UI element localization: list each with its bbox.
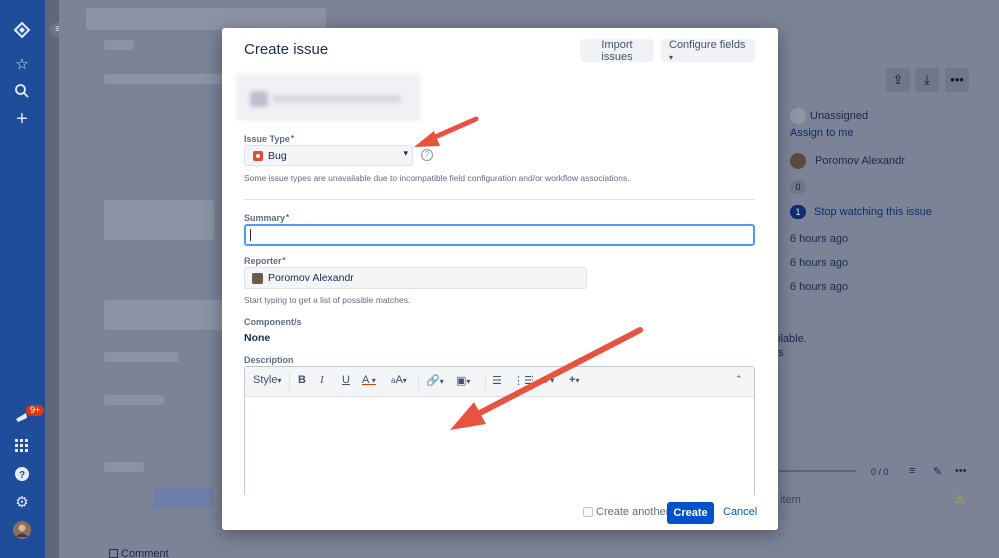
create-another-checkbox[interactable] bbox=[583, 507, 593, 517]
reporter-field[interactable]: Poromov Alexandr bbox=[244, 267, 587, 289]
help-icon[interactable]: ? bbox=[11, 463, 33, 485]
text-size-button[interactable]: aA▾ bbox=[391, 374, 407, 386]
assignee-value: Unassigned bbox=[810, 110, 869, 122]
configure-fields-button[interactable]: Configure fields ▾ bbox=[661, 39, 755, 62]
app-switcher-icon[interactable] bbox=[11, 435, 33, 457]
issue-type-value: Bug bbox=[268, 150, 287, 162]
warning-icon: ⚠ bbox=[954, 492, 965, 506]
bug-icon bbox=[253, 151, 263, 161]
partial-text: ilable. bbox=[778, 333, 807, 345]
blurred-button bbox=[154, 488, 214, 508]
summary-input[interactable] bbox=[244, 224, 755, 246]
annotation-arrow-description bbox=[450, 327, 643, 430]
reporter-avatar bbox=[252, 273, 263, 284]
jira-logo-icon[interactable] bbox=[11, 19, 33, 41]
comment-button-bg[interactable]: Comment bbox=[109, 548, 169, 558]
search-icon[interactable] bbox=[11, 80, 33, 102]
blurred-text bbox=[104, 395, 164, 405]
filter-icon[interactable]: ≡ bbox=[909, 465, 915, 477]
partial-link[interactable]: s bbox=[778, 347, 784, 359]
create-button[interactable]: Create bbox=[667, 502, 714, 524]
stop-watching-link[interactable]: Stop watching this issue bbox=[814, 206, 932, 218]
toolbar-separator bbox=[289, 373, 290, 391]
create-plus-icon[interactable]: + bbox=[11, 108, 33, 130]
watchers-count: 1 bbox=[790, 205, 806, 219]
blurred-text bbox=[104, 40, 134, 50]
created-date: 6 hours ago bbox=[790, 233, 849, 245]
more-actions-icon[interactable]: ••• bbox=[945, 68, 969, 92]
dialog-footer: Create another Create Cancel bbox=[222, 495, 778, 530]
reporter-avatar-bg bbox=[790, 153, 806, 169]
export-icon[interactable]: ⤓ bbox=[915, 68, 939, 92]
blurred-breadcrumb bbox=[86, 8, 326, 30]
issue-type-select[interactable]: Bug ▾ bbox=[244, 145, 413, 166]
italic-button[interactable]: I bbox=[320, 374, 324, 386]
blurred-text bbox=[104, 200, 214, 240]
settings-gear-icon[interactable]: ⚙ bbox=[11, 491, 33, 513]
unassigned-avatar bbox=[790, 108, 806, 124]
components-value[interactable]: None bbox=[244, 332, 270, 344]
underline-button[interactable]: U bbox=[342, 374, 350, 386]
description-label: Description bbox=[244, 355, 294, 365]
bold-button[interactable]: B bbox=[298, 374, 306, 386]
divider bbox=[244, 199, 755, 200]
star-icon[interactable]: ☆ bbox=[11, 53, 33, 75]
components-label: Component/s bbox=[244, 317, 302, 327]
project-select-blurred[interactable] bbox=[236, 73, 421, 121]
svg-text:?: ? bbox=[19, 470, 25, 481]
updated-date: 6 hours ago bbox=[790, 257, 849, 269]
style-dropdown[interactable]: Style▾ bbox=[253, 374, 281, 386]
votes-count: 0 bbox=[790, 180, 806, 194]
create-another-label[interactable]: Create another bbox=[596, 506, 669, 518]
toolbar-separator bbox=[418, 373, 419, 391]
collapse-toolbar-icon[interactable]: ⌃ bbox=[735, 374, 743, 385]
more-icon[interactable]: ••• bbox=[955, 465, 967, 477]
dialog-title: Create issue bbox=[244, 41, 329, 58]
text-color-button[interactable]: A ▾ bbox=[362, 374, 376, 386]
notification-badge: 9+ bbox=[26, 405, 45, 416]
summary-label: Summary* bbox=[244, 213, 290, 223]
reporter-help-text: Start typing to get a list of possible m… bbox=[244, 295, 411, 305]
chevron-down-icon: ▾ bbox=[669, 53, 674, 62]
assign-to-me-link[interactable]: Assign to me bbox=[790, 127, 854, 139]
issue-type-label: Issue Type* bbox=[244, 134, 294, 144]
resolved-date: 6 hours ago bbox=[790, 281, 849, 293]
issue-type-help-text: Some issue types are unavailable due to … bbox=[244, 173, 630, 183]
annotation-arrow-issue-type bbox=[414, 116, 479, 147]
profile-avatar[interactable] bbox=[11, 519, 33, 541]
blurred-text bbox=[104, 462, 144, 472]
reporter-label: Reporter* bbox=[244, 256, 286, 266]
blurred-text bbox=[104, 74, 224, 84]
import-issues-button[interactable]: Import issues bbox=[580, 39, 654, 63]
cancel-link[interactable]: Cancel bbox=[723, 506, 757, 518]
progress-count: 0 / 0 bbox=[871, 467, 889, 477]
blurred-text bbox=[104, 352, 179, 362]
create-issue-dialog: Create issue Import issues Configure fie… bbox=[222, 28, 778, 530]
share-icon[interactable]: ⇪ bbox=[886, 68, 910, 92]
collapsed-sidebar bbox=[45, 0, 59, 558]
global-nav: ☆ + 9+ ? ⚙ bbox=[0, 0, 45, 558]
partial-item-text: item bbox=[780, 494, 801, 506]
blurred-text bbox=[104, 300, 224, 330]
text-cursor bbox=[250, 229, 251, 241]
reporter-value-bg: Poromov Alexandr bbox=[815, 155, 905, 167]
reporter-value: Poromov Alexandr bbox=[268, 272, 354, 284]
progress-bar bbox=[778, 470, 856, 472]
edit-pencil-icon[interactable]: ✎ bbox=[933, 465, 942, 478]
